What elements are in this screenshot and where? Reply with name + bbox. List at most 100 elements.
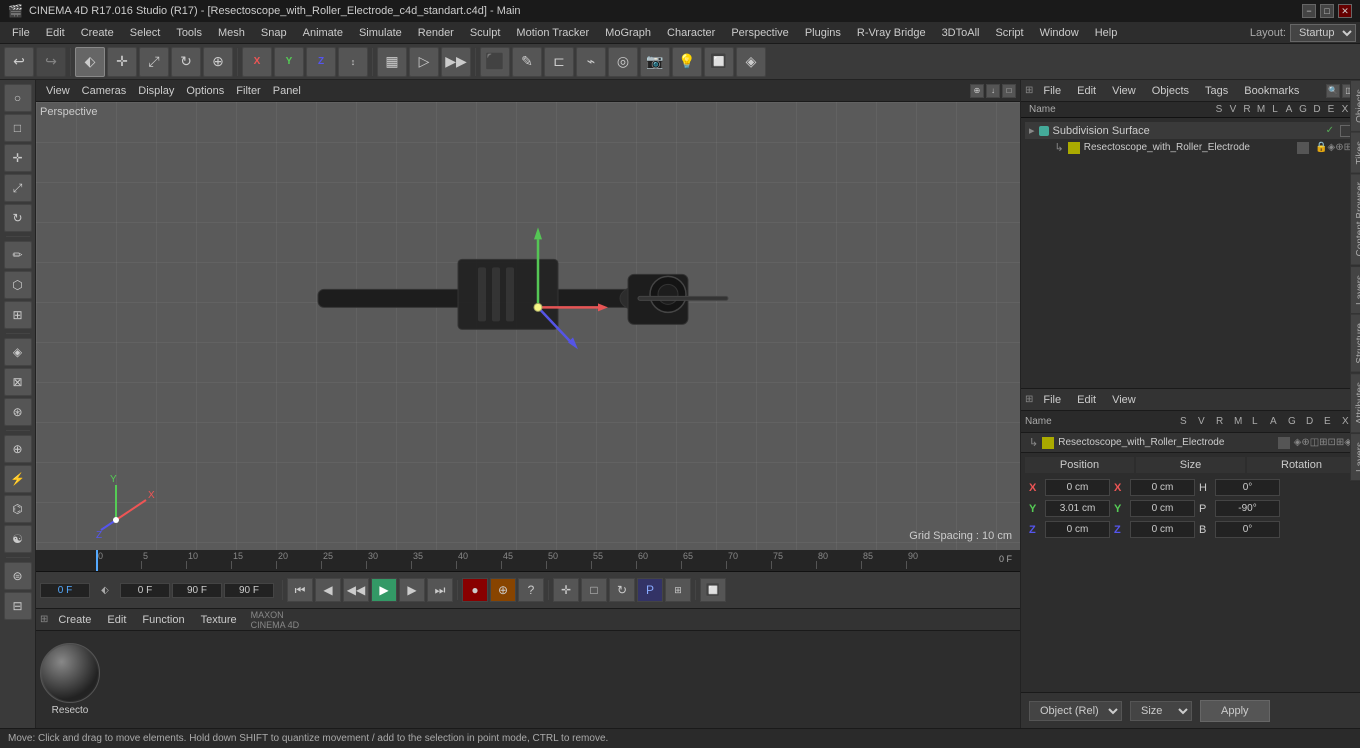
menu-rvray[interactable]: R-Vray Bridge [849, 25, 934, 41]
scale-key[interactable]: □ [581, 578, 607, 602]
size-x-input[interactable] [1130, 479, 1195, 496]
attr-menu-file[interactable]: File [1037, 392, 1067, 408]
mesh-mode[interactable]: ⊠ [4, 368, 32, 396]
rtab-tikes[interactable]: Tikes [1350, 132, 1360, 174]
size-y-input[interactable] [1130, 500, 1195, 517]
vis-box-2[interactable] [1297, 142, 1309, 154]
size-select[interactable]: Size Scale [1130, 701, 1192, 721]
end-frame-input[interactable] [172, 583, 222, 598]
obj-menu-edit[interactable]: Edit [1071, 83, 1102, 99]
cursor-tool[interactable]: ⬖ [75, 47, 105, 77]
nurbs-btn[interactable]: ⊏ [544, 47, 574, 77]
move[interactable]: ✛ [4, 144, 32, 172]
env-btn[interactable]: ◎ [608, 47, 638, 77]
layer-mode[interactable]: ⊟ [4, 592, 32, 620]
vp-menu-filter[interactable]: Filter [230, 83, 266, 99]
menu-mograph[interactable]: MoGraph [597, 25, 659, 41]
tree-item-subdivision[interactable]: ▸ Subdivision Surface ✓ [1025, 122, 1356, 139]
cube-btn[interactable]: ⬛ [480, 47, 510, 77]
vp-icon-2[interactable]: ↓ [986, 84, 1000, 98]
menu-render[interactable]: Render [410, 25, 462, 41]
snap-tool[interactable]: ⊕ [4, 435, 32, 463]
prev-frame[interactable]: ◀ [315, 578, 341, 602]
current-frame-input[interactable] [40, 583, 90, 598]
x-axis[interactable]: X [242, 47, 272, 77]
mat-menu-create[interactable]: Create [52, 612, 97, 628]
rotate-tool[interactable]: ↻ [171, 47, 201, 77]
scene-mode[interactable]: ⊜ [4, 562, 32, 590]
attr-menu-view[interactable]: View [1106, 392, 1142, 408]
object-rel-select[interactable]: Object (Rel) World [1029, 701, 1122, 721]
tree-item-resectoscope[interactable]: ▸ ↳ Resectoscope_with_Roller_Electrode 🔒… [1041, 139, 1356, 156]
menu-edit[interactable]: Edit [38, 25, 73, 41]
attr-vis-box[interactable] [1278, 437, 1290, 449]
obj-menu-objects[interactable]: Objects [1146, 83, 1195, 99]
pos-x-input[interactable] [1045, 479, 1110, 496]
rot-b-input[interactable] [1215, 521, 1280, 538]
start-frame-input[interactable] [120, 583, 170, 598]
menu-snap[interactable]: Snap [253, 25, 295, 41]
goto-end[interactable]: ⏭ [427, 578, 453, 602]
menu-mesh[interactable]: Mesh [210, 25, 253, 41]
record-btn[interactable]: ● [462, 578, 488, 602]
all-axes[interactable]: ↕ [338, 47, 368, 77]
menu-plugins[interactable]: Plugins [797, 25, 849, 41]
transform-tool[interactable]: ⊕ [203, 47, 233, 77]
render-all[interactable]: ▶▶ [441, 47, 471, 77]
move-tool[interactable]: ✛ [107, 47, 137, 77]
layout-select[interactable]: Startup [1290, 24, 1356, 42]
rtab-objects[interactable]: Objects [1350, 80, 1360, 132]
paint-tool[interactable]: ☯ [4, 525, 32, 553]
goto-start[interactable]: ⏮ [287, 578, 313, 602]
material-btn[interactable]: ◈ [736, 47, 766, 77]
knife-tool[interactable]: ⚡ [4, 465, 32, 493]
light-btn[interactable]: 💡 [672, 47, 702, 77]
polygon-pen[interactable]: ✏ [4, 241, 32, 269]
vp-icon-3[interactable]: □ [1002, 84, 1016, 98]
rtab-content-browser[interactable]: Content Browser [1350, 173, 1360, 265]
menu-select[interactable]: Select [122, 25, 169, 41]
undo-button[interactable]: ↩ [4, 47, 34, 77]
all-key[interactable]: ⊞ [665, 578, 691, 602]
rtab-layers-2[interactable]: Layers [1350, 433, 1360, 481]
rot-p-input[interactable] [1215, 500, 1280, 517]
auto-key-btn[interactable]: ⊕ [490, 578, 516, 602]
rtab-structure[interactable]: Structure [1350, 314, 1360, 373]
size-z-input[interactable] [1130, 521, 1195, 538]
vp-icon-1[interactable]: ⊕ [970, 84, 984, 98]
attr-menu-edit[interactable]: Edit [1071, 392, 1102, 408]
material-thumbnail[interactable] [40, 643, 100, 703]
rotate-key[interactable]: ↻ [609, 578, 635, 602]
render-view[interactable]: ▷ [409, 47, 439, 77]
vp-menu-options[interactable]: Options [180, 83, 230, 99]
menu-perspective[interactable]: Perspective [723, 25, 796, 41]
bridge-tool[interactable]: ⌬ [4, 495, 32, 523]
mat-menu-edit[interactable]: Edit [101, 612, 132, 628]
3d-viewport[interactable]: Perspective [36, 102, 1020, 550]
select-live[interactable]: ○ [4, 84, 32, 112]
next-frame[interactable]: ▶ [399, 578, 425, 602]
subdivide[interactable]: ⊞ [4, 301, 32, 329]
scale[interactable]: ⤢ [4, 174, 32, 202]
pos-z-input[interactable] [1045, 521, 1110, 538]
vp-menu-cameras[interactable]: Cameras [76, 83, 133, 99]
select-rect[interactable]: □ [4, 114, 32, 142]
menu-window[interactable]: Window [1032, 25, 1087, 41]
scale-tool[interactable]: ⤢ [139, 47, 169, 77]
obj-search-icon[interactable]: 🔍 [1326, 84, 1340, 98]
menu-script[interactable]: Script [987, 25, 1031, 41]
scene-btn[interactable]: 🔲 [704, 47, 734, 77]
camera-btn[interactable]: 📷 [640, 47, 670, 77]
obj-menu-view[interactable]: View [1106, 83, 1142, 99]
titlebar-controls[interactable]: − □ ✕ [1302, 4, 1352, 18]
maximize-button[interactable]: □ [1320, 4, 1334, 18]
apply-button[interactable]: Apply [1200, 700, 1270, 722]
obj-menu-tags[interactable]: Tags [1199, 83, 1234, 99]
menu-file[interactable]: File [4, 25, 38, 41]
move-key[interactable]: ✛ [553, 578, 579, 602]
vp-menu-panel[interactable]: Panel [267, 83, 307, 99]
obj-menu-bookmarks[interactable]: Bookmarks [1238, 83, 1305, 99]
menu-help[interactable]: Help [1087, 25, 1126, 41]
rotate[interactable]: ↻ [4, 204, 32, 232]
mat-menu-function[interactable]: Function [136, 612, 190, 628]
